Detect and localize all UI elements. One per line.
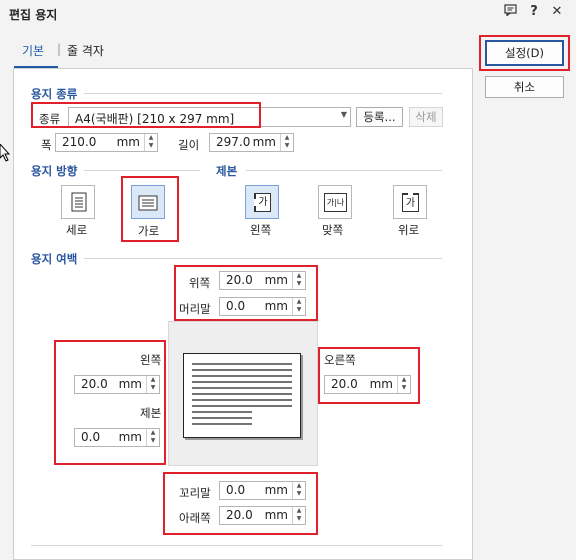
- help-icon[interactable]: ?: [526, 4, 542, 20]
- page-preview: [183, 353, 301, 438]
- section-divider: [84, 93, 442, 94]
- length-unit: mm: [252, 135, 276, 149]
- binding-top-label: 위로: [398, 223, 420, 237]
- length-stepper[interactable]: 297.0 mm ▲ ▼: [209, 133, 294, 152]
- landscape-highlight: [121, 176, 179, 242]
- section-divider: [84, 258, 442, 259]
- preview-text-lines-icon: [192, 363, 292, 425]
- length-value: 297.0: [216, 135, 251, 149]
- binding-left-icon: 가: [254, 193, 271, 212]
- portrait-page-icon: [71, 192, 87, 212]
- binding-top-button[interactable]: 가: [393, 185, 427, 219]
- right-margins-highlight: [318, 347, 420, 404]
- width-stepper[interactable]: 210.0 mm ▲ ▼: [55, 133, 158, 152]
- chevron-down-icon: ▼: [340, 110, 347, 119]
- portrait-button[interactable]: [61, 185, 95, 219]
- close-icon[interactable]: ✕: [549, 4, 565, 20]
- binding-facing-icon: 가|나: [324, 193, 347, 212]
- left-margins-highlight: [54, 340, 166, 465]
- title-bar: [0, 0, 576, 26]
- top-margins-highlight: [174, 265, 318, 321]
- width-value: 210.0: [62, 135, 97, 149]
- width-label: 폭: [41, 138, 52, 152]
- binding-left-label: 왼쪽: [250, 223, 272, 237]
- tab-basic[interactable]: 기본: [22, 42, 44, 59]
- binding-facing-label: 맞쪽: [322, 223, 344, 237]
- portrait-label: 세로: [66, 223, 88, 237]
- comment-icon[interactable]: [502, 4, 518, 20]
- section-divider: [84, 170, 200, 171]
- cancel-button[interactable]: 취소: [485, 76, 564, 98]
- ok-button[interactable]: 설정(D): [485, 40, 564, 66]
- section-margins: 용지 여백: [31, 252, 78, 266]
- binding-left-button[interactable]: 가: [245, 185, 279, 219]
- mouse-cursor-icon: [0, 144, 10, 162]
- stepper-arrows-icon[interactable]: ▲ ▼: [144, 134, 157, 151]
- section-paper-type: 용지 종류: [31, 87, 78, 101]
- binding-facing-button[interactable]: 가|나: [318, 185, 352, 219]
- tab-separator: |: [57, 42, 62, 56]
- section-divider: [31, 545, 442, 546]
- section-binding: 제본: [216, 164, 238, 178]
- length-label: 길이: [178, 138, 200, 152]
- paper-type-highlight: [31, 102, 261, 128]
- section-orientation: 용지 방향: [31, 164, 78, 178]
- delete-button[interactable]: 삭제: [409, 107, 443, 127]
- bottom-margins-highlight: [163, 472, 318, 535]
- stepper-arrows-icon[interactable]: ▲ ▼: [280, 134, 293, 151]
- section-divider: [246, 170, 442, 171]
- dialog-title: 편집 용지: [9, 8, 58, 22]
- tab-line-grid[interactable]: 줄 격자: [67, 42, 104, 59]
- register-button[interactable]: 등록...: [356, 107, 403, 127]
- binding-top-icon: 가: [402, 193, 419, 212]
- width-unit: mm: [116, 135, 140, 149]
